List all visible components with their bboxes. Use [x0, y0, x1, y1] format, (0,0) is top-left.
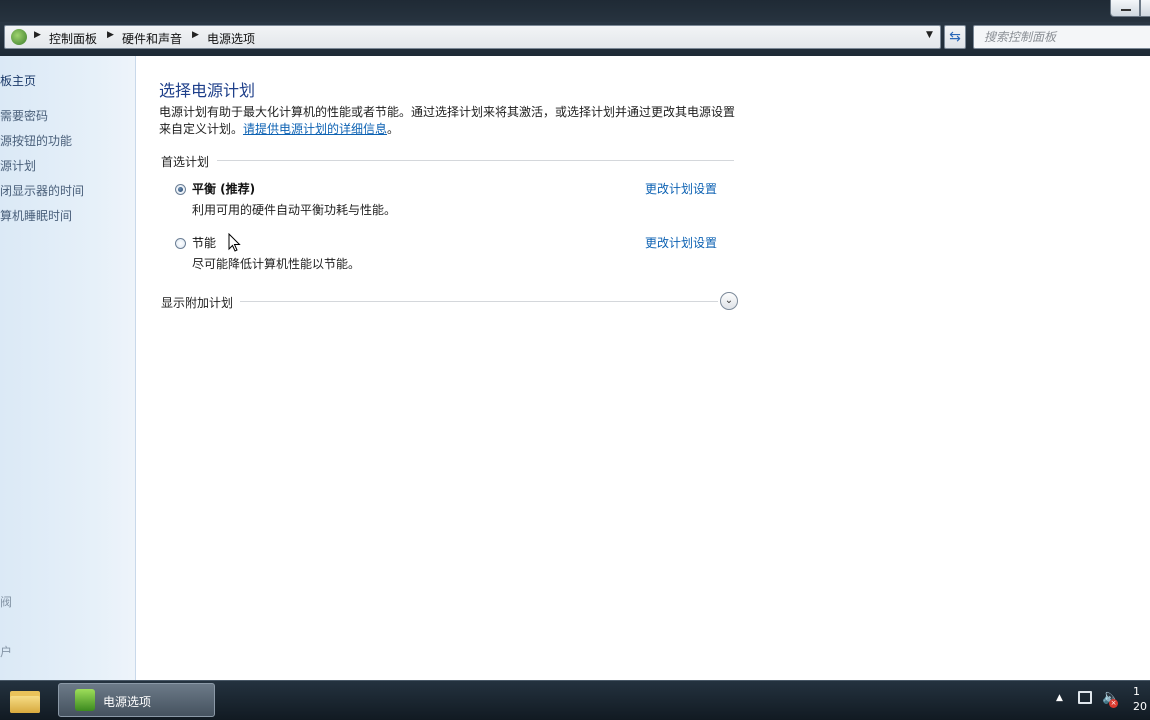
plan-details-link[interactable]: 请提供电源计划的详细信息	[243, 122, 387, 136]
folder-icon-front	[10, 696, 40, 713]
main-content: 选择电源计划 电源计划有助于最大化计算机的性能或者节能。通过选择计划来将其激活，…	[136, 56, 1150, 680]
plan-balanced-name[interactable]: 平衡 (推荐)	[192, 180, 255, 197]
search-input[interactable]: 搜索控制面板	[973, 25, 1150, 49]
sidebar-control-panel-home[interactable]: 板主页	[0, 72, 36, 89]
show-additional-plans-label[interactable]: 显示附加计划	[161, 294, 240, 311]
breadcrumb-hardware-sound[interactable]: 硬件和声音	[122, 30, 182, 47]
breadcrumb-power-options[interactable]: 电源选项	[207, 30, 255, 47]
description-text-2: 来自定义计划。	[159, 122, 244, 136]
muted-badge-icon: ×	[1109, 699, 1118, 708]
sidebar-item-display-off[interactable]: 闭显示器的时间	[0, 182, 84, 199]
breadcrumb-control-panel[interactable]: 控制面板	[49, 30, 97, 47]
plan-power-saver-description: 尽可能降低计算机性能以节能。	[192, 257, 361, 271]
explorer-taskbar-button[interactable]	[6, 685, 44, 716]
preferred-plans-heading: 首选计划	[161, 153, 218, 170]
network-icon[interactable]	[1078, 691, 1092, 704]
taskbar: 电源选项 ▲ 🔈 × 1 20	[0, 680, 1150, 720]
page-description: 电源计划有助于最大化计算机的性能或者节能。通过选择计划来将其激活，或选择计划并通…	[159, 104, 749, 138]
plan-power-saver-name[interactable]: 节能	[192, 234, 216, 251]
power-options-icon	[75, 689, 95, 711]
clock-date: 20	[1133, 700, 1147, 713]
sidebar-item-create-plan[interactable]: 源计划	[0, 157, 36, 174]
sidebar-item-require-password[interactable]: 需要密码	[0, 107, 48, 124]
breadcrumb-separator-icon[interactable]: ▶	[34, 30, 41, 40]
taskbar-power-options-button[interactable]: 电源选项	[58, 683, 215, 717]
description-suffix: 。	[387, 122, 400, 136]
additional-plans-divider	[240, 301, 718, 302]
navigation-bar: ▶ 控制面板 ▶ 硬件和声音 ▶ 电源选项 ▼ ⇆ 搜索控制面板	[0, 22, 1150, 56]
address-dropdown-icon[interactable]: ▼	[926, 30, 933, 40]
breadcrumb-separator-icon[interactable]: ▶	[107, 30, 114, 40]
sidebar-item-sleep[interactable]: 算机睡眠时间	[0, 207, 72, 224]
window-title-bar	[0, 0, 1150, 22]
group-divider	[216, 160, 734, 161]
plan-balanced-description: 利用可用的硬件自动平衡功耗与性能。	[192, 203, 397, 217]
refresh-icon: ⇆	[949, 29, 961, 45]
address-bar[interactable]: ▶ 控制面板 ▶ 硬件和声音 ▶ 电源选项 ▼	[4, 25, 941, 49]
show-hidden-icons-button[interactable]: ▲	[1056, 693, 1063, 703]
sidebar-see-also-item[interactable]: 户	[0, 643, 12, 660]
minimize-button[interactable]	[1110, 0, 1140, 17]
page-title: 选择电源计划	[159, 81, 256, 100]
plan-power-saver-change-link[interactable]: 更改计划设置	[645, 234, 717, 251]
control-panel-icon	[11, 29, 27, 45]
expand-additional-plans-button[interactable]: ⌄	[720, 292, 738, 310]
taskbar-power-options-label: 电源选项	[103, 695, 152, 709]
system-clock[interactable]: 1 20	[1133, 684, 1147, 714]
refresh-button[interactable]: ⇆	[944, 25, 966, 49]
mouse-cursor-icon	[228, 233, 241, 252]
plan-balanced-change-link[interactable]: 更改计划设置	[645, 180, 717, 197]
maximize-button[interactable]	[1140, 0, 1150, 17]
plan-power-saver-radio[interactable]	[175, 238, 186, 249]
plan-balanced-radio[interactable]	[175, 184, 186, 195]
sidebar: 板主页 需要密码 源按钮的功能 源计划 闭显示器的时间 算机睡眠时间 阀 户	[0, 56, 136, 680]
description-text: 电源计划有助于最大化计算机的性能或者节能。通过选择计划来将其激活，或选择计划并通…	[159, 105, 736, 119]
sidebar-item-power-button[interactable]: 源按钮的功能	[0, 132, 72, 149]
clock-time: 1	[1133, 685, 1140, 698]
sidebar-see-also-item[interactable]: 阀	[0, 593, 12, 610]
chevron-down-icon: ⌄	[724, 295, 734, 306]
breadcrumb-separator-icon[interactable]: ▶	[192, 30, 199, 40]
